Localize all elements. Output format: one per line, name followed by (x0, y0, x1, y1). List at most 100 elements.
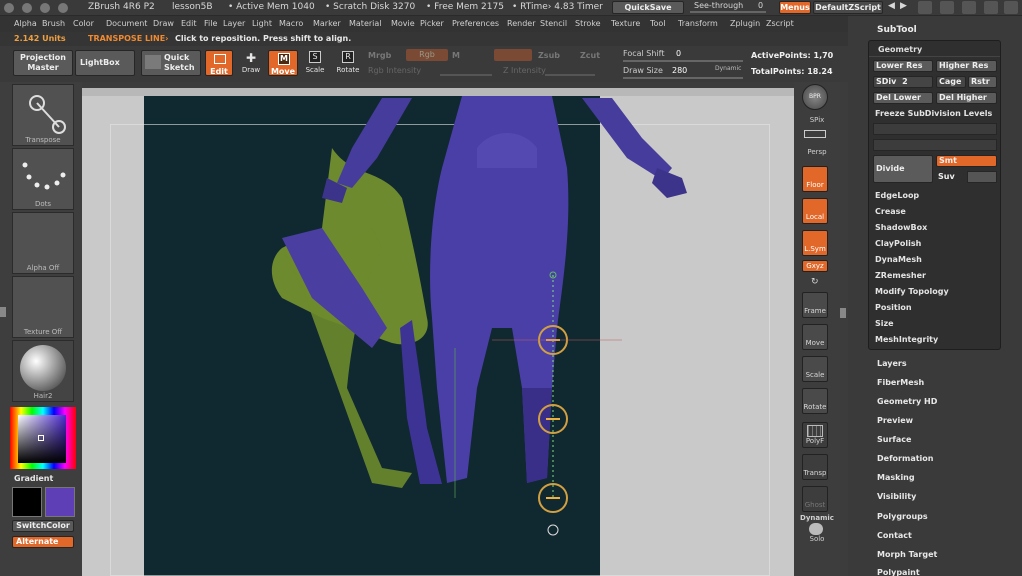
rgb-button[interactable]: Rgb (406, 49, 448, 61)
subtool-header[interactable]: SubTool (877, 25, 917, 35)
rotate-view-button[interactable]: Rotate (802, 388, 828, 414)
local-button[interactable]: Local (802, 198, 828, 224)
circle-icon[interactable] (58, 3, 68, 13)
solo-label[interactable]: Solo (794, 535, 840, 543)
purple-figure-hand[interactable] (652, 168, 687, 198)
refresh-icon[interactable]: ↻ (811, 277, 819, 287)
alpha-slot[interactable]: Alpha Off (12, 212, 74, 274)
convert-bpr-button[interactable] (873, 139, 997, 151)
zsub-button[interactable]: Zsub (538, 51, 560, 60)
geometry-hd-section[interactable]: Geometry HD (877, 397, 937, 406)
see-through-value[interactable]: 0 (758, 1, 763, 10)
menu-layer[interactable]: Layer (223, 19, 245, 28)
draw-button[interactable]: ✚ Draw (238, 50, 264, 76)
zcut-button[interactable]: Zcut (580, 51, 600, 60)
menu-brush[interactable]: Brush (42, 19, 65, 28)
left-tray-toggle-icon[interactable] (0, 307, 6, 317)
persp-icon[interactable] (802, 126, 828, 140)
polygroups-section[interactable]: Polygroups (877, 512, 928, 521)
default-zscript-button[interactable]: DefaultZScript (813, 1, 883, 14)
suv-toggle[interactable] (967, 171, 997, 183)
see-through-slider[interactable] (690, 11, 766, 13)
menu-stroke[interactable]: Stroke (575, 19, 601, 28)
surface-section[interactable]: Surface (877, 435, 911, 444)
gradient-label[interactable]: Gradient (14, 474, 53, 483)
right-tray-toggle-icon[interactable] (840, 308, 846, 318)
contact-section[interactable]: Contact (877, 531, 912, 540)
menu-preferences[interactable]: Preferences (452, 19, 499, 28)
move-button[interactable]: M Move (268, 50, 298, 76)
nav-right-icon[interactable]: ▶ (900, 1, 907, 11)
projection-master-button[interactable]: Projection Master (13, 50, 73, 76)
minimize-icon[interactable] (940, 1, 954, 14)
higher-res-button[interactable]: Higher Res (936, 60, 997, 72)
bpr-button[interactable]: BPR (802, 84, 828, 110)
texture-slot[interactable]: Texture Off (12, 276, 74, 338)
primary-color-swatch[interactable] (12, 487, 42, 517)
del-higher-button[interactable]: Del Higher (936, 92, 997, 104)
edgeloop-button[interactable]: EdgeLoop (875, 191, 919, 200)
switch-color-button[interactable]: SwitchColor (12, 520, 74, 532)
meshintegrity-button[interactable]: MeshIntegrity (875, 335, 938, 344)
m-button[interactable]: M (452, 51, 460, 60)
menu-zplugin[interactable]: Zplugin (730, 19, 760, 28)
claypolish-button[interactable]: ClayPolish (875, 239, 921, 248)
masking-section[interactable]: Masking (877, 473, 915, 482)
focal-shift-value[interactable]: 0 (676, 49, 681, 58)
purple-figure-arm-left[interactable] (337, 98, 412, 188)
menu-light[interactable]: Light (252, 19, 272, 28)
lsym-button[interactable]: L.Sym (802, 230, 828, 256)
purple-figure-arm-right[interactable] (582, 98, 672, 180)
model-viewport[interactable] (82, 88, 794, 576)
position-button[interactable]: Position (875, 303, 912, 312)
dynamesh-button[interactable]: DynaMesh (875, 255, 922, 264)
preview-section[interactable]: Preview (877, 416, 913, 425)
visibility-section[interactable]: Visibility (877, 492, 916, 501)
alternate-button[interactable]: Alternate (12, 536, 74, 548)
move-view-button[interactable]: Move (802, 324, 828, 350)
lower-res-button[interactable]: Lower Res (873, 60, 933, 72)
menus-button[interactable]: Menus (779, 1, 811, 14)
rotate-button[interactable]: R Rotate (334, 50, 362, 76)
rgb-intensity-slider[interactable] (440, 74, 492, 76)
transp-button[interactable]: Transp (802, 454, 828, 480)
geometry-header[interactable]: Geometry (878, 45, 922, 54)
menu-texture[interactable]: Texture (611, 19, 640, 28)
mrgb-button[interactable]: Mrgb (368, 51, 391, 60)
edit-button[interactable]: Edit (205, 50, 233, 76)
circle-icon[interactable] (40, 3, 50, 13)
frame-button[interactable]: Frame (802, 292, 828, 318)
modify-topology-button[interactable]: Modify Topology (875, 287, 949, 296)
ghost-button[interactable]: Ghost (802, 486, 828, 512)
sdiv-slider[interactable]: SDiv 2 (873, 76, 933, 88)
menu-edit[interactable]: Edit (181, 19, 197, 28)
dynamic-label[interactable]: Dynamic (794, 514, 840, 522)
spix-label[interactable]: SPix (794, 116, 840, 124)
nav-left-icon[interactable]: ◀ (888, 1, 895, 11)
del-lower-button[interactable]: Del Lower (873, 92, 933, 104)
cage-button[interactable]: Cage (936, 76, 966, 88)
circle-icon[interactable] (4, 3, 14, 13)
draw-size-value[interactable]: 280 (672, 66, 687, 75)
transpose-brush-slot[interactable]: Transpose (12, 84, 74, 146)
menu-file[interactable]: File (204, 19, 217, 28)
menu-tool[interactable]: Tool (650, 19, 666, 28)
color-picker[interactable] (10, 407, 76, 469)
reconstruct-button[interactable] (873, 123, 997, 135)
menu-stencil[interactable]: Stencil (540, 19, 567, 28)
menu-transform[interactable]: Transform (678, 19, 718, 28)
circle-icon[interactable] (22, 3, 32, 13)
document-canvas[interactable] (82, 88, 794, 576)
polyf-button[interactable]: PolyF (802, 422, 828, 448)
menu-zscript[interactable]: Zscript (766, 19, 794, 28)
persp-label[interactable]: Persp (794, 148, 840, 156)
deformation-section[interactable]: Deformation (877, 454, 933, 463)
menu-document[interactable]: Document (106, 19, 147, 28)
menu-movie[interactable]: Movie (391, 19, 415, 28)
close-icon[interactable] (1004, 1, 1018, 14)
layout-icon[interactable] (918, 1, 932, 14)
restore-icon[interactable] (962, 1, 976, 14)
z-intensity-slider[interactable] (545, 74, 595, 76)
divide-button[interactable]: Divide (873, 155, 933, 183)
menu-marker[interactable]: Marker (313, 19, 341, 28)
